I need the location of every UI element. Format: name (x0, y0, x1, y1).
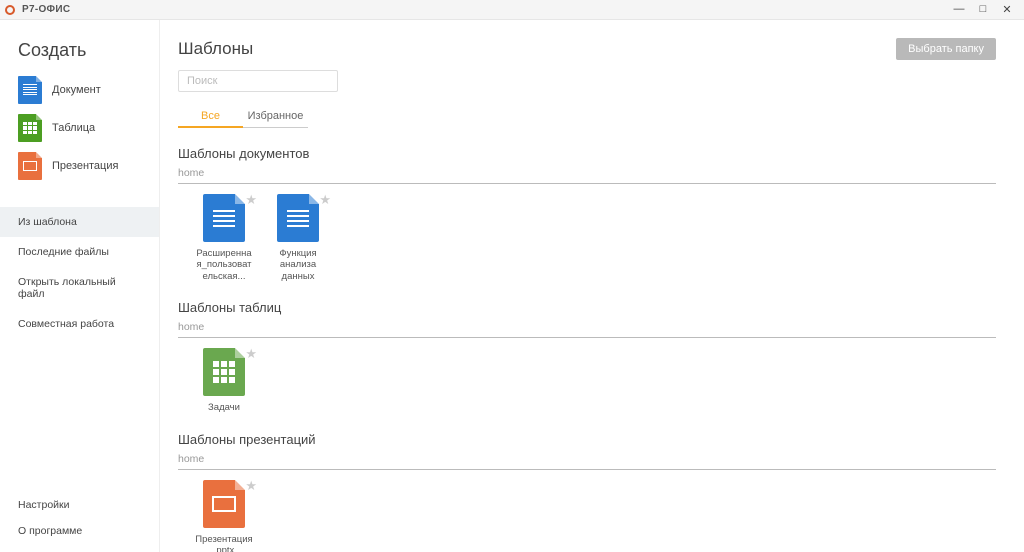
nav-settings[interactable]: Настройки (0, 492, 159, 518)
nav-collaboration[interactable]: Совместная работа (0, 309, 159, 339)
star-icon[interactable]: ★ (245, 478, 257, 494)
presentation-icon (203, 480, 245, 528)
star-icon[interactable]: ★ (245, 192, 257, 208)
bottom-nav: Настройки О программе (0, 492, 159, 544)
nav-open-local-file[interactable]: Открыть локальный файл (0, 267, 159, 309)
template-name: Функция анализа данных (268, 248, 328, 282)
template-name: Расширенная_пользовательская... (194, 248, 254, 282)
search-row (178, 70, 996, 92)
section-spreadsheets: Шаблоны таблиц home ★ Задачи (178, 300, 996, 413)
sidebar: Создать Документ Таблица Презентация Из … (0, 20, 160, 552)
template-list: ★ Расширенная_пользовательская... ★ Функ… (178, 194, 996, 282)
titlebar: Р7-ОФИС — □ ✕ (0, 0, 1024, 20)
page-title: Шаблоны (178, 39, 253, 59)
document-icon (277, 194, 319, 242)
template-item[interactable]: ★ Расширенная_пользовательская... (194, 194, 254, 282)
section-path: home (178, 321, 996, 338)
template-list: ★ Задачи (178, 348, 996, 413)
tab-all[interactable]: Все (178, 106, 243, 128)
nav-from-template[interactable]: Из шаблона (0, 207, 159, 237)
spreadsheet-icon (18, 114, 42, 142)
template-name: Задачи (208, 402, 240, 413)
tab-favorites[interactable]: Избранное (243, 106, 308, 128)
create-presentation-label: Презентация (52, 160, 118, 172)
choose-folder-button[interactable]: Выбрать папку (896, 38, 996, 60)
create-spreadsheet[interactable]: Таблица (0, 109, 159, 147)
search-input[interactable] (178, 70, 338, 92)
create-document[interactable]: Документ (0, 71, 159, 109)
close-icon[interactable]: ✕ (1000, 3, 1014, 16)
section-title: Шаблоны таблиц (178, 300, 996, 315)
window-controls: — □ ✕ (952, 3, 1020, 16)
create-spreadsheet-label: Таблица (52, 122, 95, 134)
star-icon[interactable]: ★ (319, 192, 331, 208)
nav-about[interactable]: О программе (0, 518, 159, 544)
minimize-icon[interactable]: — (952, 3, 966, 16)
main-content: Шаблоны Выбрать папку Все Избранное Шабл… (160, 20, 1024, 552)
template-name: Презентация.pptx (194, 534, 254, 552)
section-path: home (178, 167, 996, 184)
template-item[interactable]: ★ Презентация.pptx (194, 480, 254, 552)
star-icon[interactable]: ★ (245, 346, 257, 362)
document-icon (203, 194, 245, 242)
template-item[interactable]: ★ Задачи (194, 348, 254, 413)
app-title: Р7-ОФИС (22, 4, 70, 15)
template-list: ★ Презентация.pptx (178, 480, 996, 552)
section-documents: Шаблоны документов home ★ Расширенная_по… (178, 146, 996, 282)
create-heading: Создать (0, 40, 159, 71)
template-item[interactable]: ★ Функция анализа данных (268, 194, 328, 282)
tabs: Все Избранное (178, 106, 996, 128)
section-path: home (178, 453, 996, 470)
main-header: Шаблоны Выбрать папку (178, 38, 996, 60)
section-presentations: Шаблоны презентаций home ★ Презентация.p… (178, 432, 996, 552)
section-title: Шаблоны документов (178, 146, 996, 161)
section-title: Шаблоны презентаций (178, 432, 996, 447)
maximize-icon[interactable]: □ (976, 3, 990, 16)
nav-menu: Из шаблона Последние файлы Открыть локал… (0, 207, 159, 339)
spreadsheet-icon (203, 348, 245, 396)
create-presentation[interactable]: Презентация (0, 147, 159, 185)
app-logo-icon (4, 4, 16, 16)
document-icon (18, 76, 42, 104)
create-document-label: Документ (52, 84, 101, 96)
nav-recent-files[interactable]: Последние файлы (0, 237, 159, 267)
presentation-icon (18, 152, 42, 180)
